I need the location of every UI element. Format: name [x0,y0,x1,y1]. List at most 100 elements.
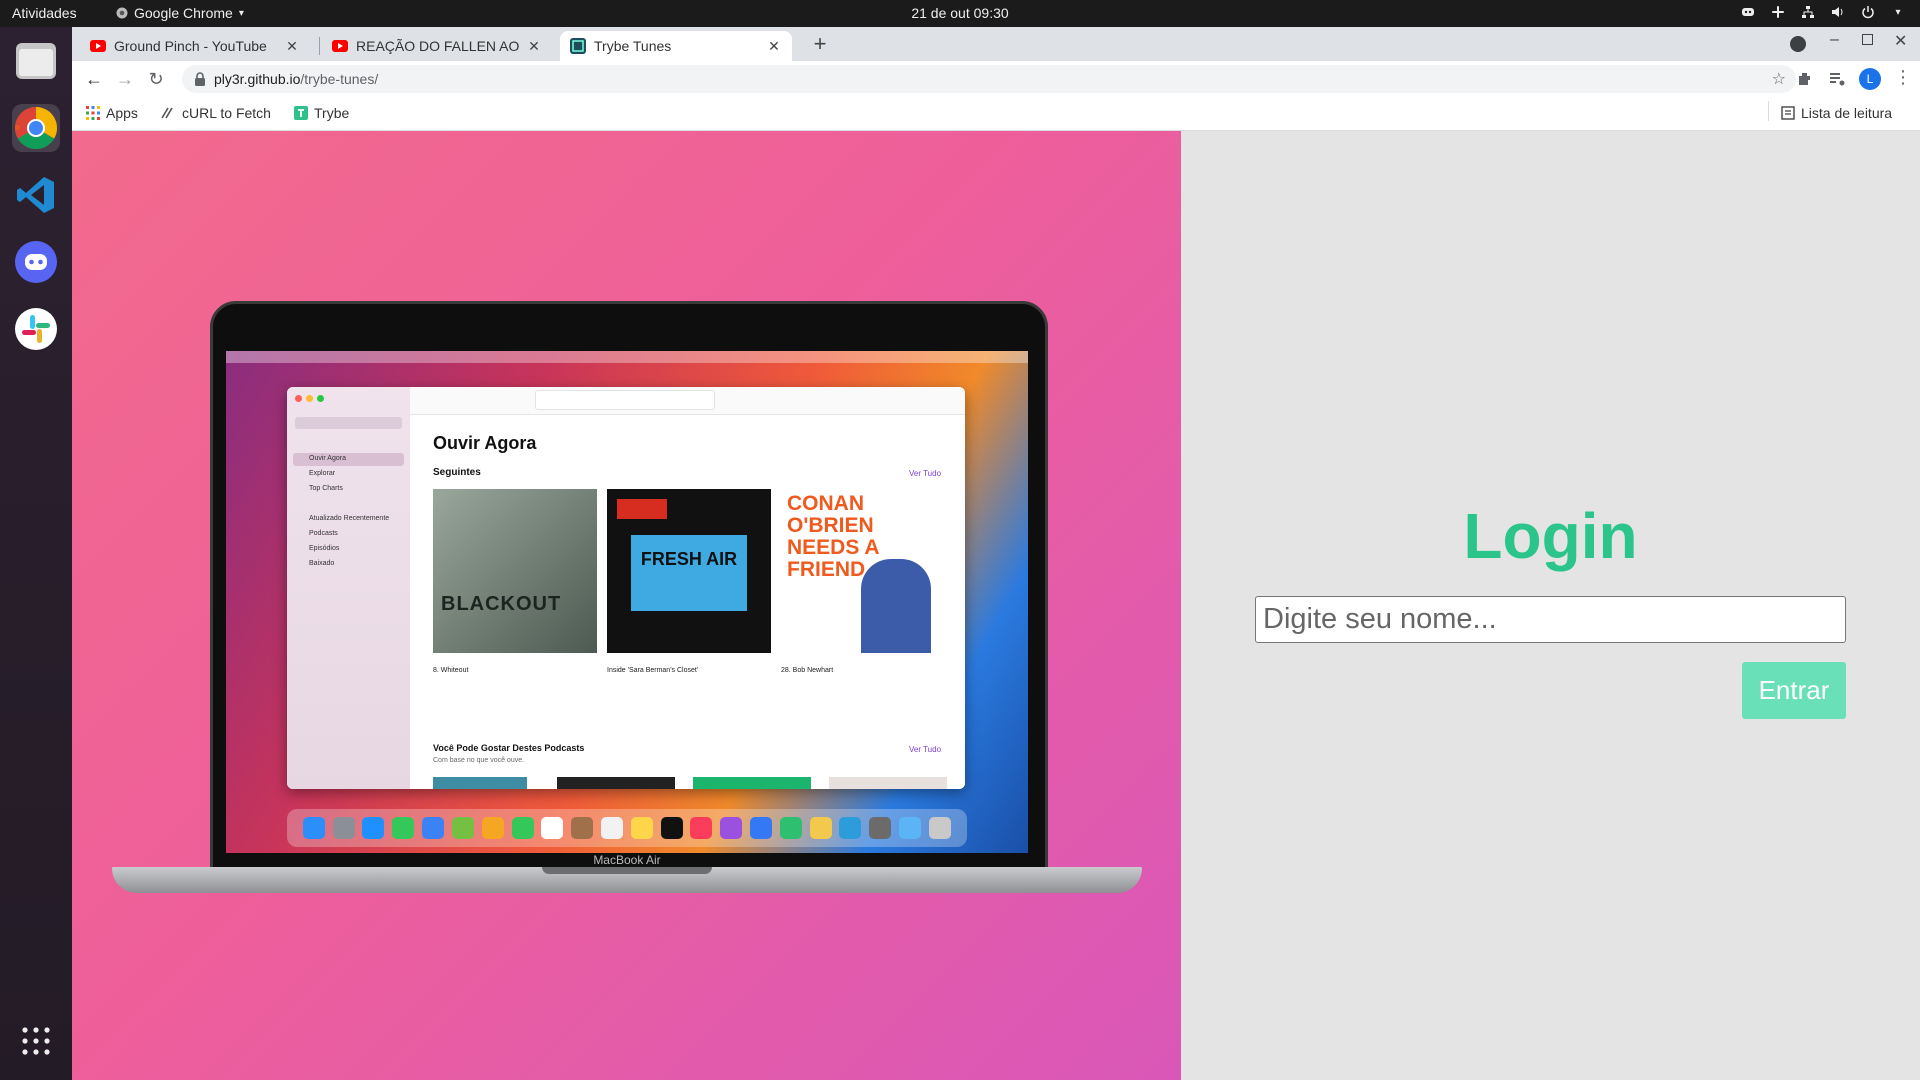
podcast-cover-blackout: BLACKOUT [433,489,597,653]
bookmark-curl[interactable]: cURL to Fetch [160,105,271,121]
tab-search-icon[interactable] [1790,36,1806,52]
tab-trybe-tunes[interactable]: Trybe Tunes ✕ [560,31,792,61]
media-control-icon[interactable] [1828,70,1846,88]
tab-title: Trybe Tunes [594,38,672,54]
mac-dock [287,809,967,847]
power-icon[interactable] [1860,4,1876,20]
laptop-brand: MacBook Air [593,853,661,867]
login-panel: Login Entrar [1181,131,1920,1080]
menu-kebab-icon[interactable]: ⋮ [1894,67,1912,88]
discord-tray-icon[interactable] [1740,4,1756,20]
section-title: Seguintes [433,467,481,478]
laptop-image: Ouvir Agora Explorar Top Charts Atualiza… [112,301,1142,901]
bookmark-label: Trybe [314,105,350,121]
sidebar-item: Baixado [309,560,335,567]
login-title: Login [1463,500,1638,572]
back-icon[interactable]: ← [84,69,104,89]
reload-icon[interactable]: ↻ [146,69,166,89]
slack-icon [15,308,57,350]
reading-list-button[interactable]: Lista de leitura [1781,105,1892,121]
discord-dock-item[interactable] [12,238,60,286]
bookmark-star-icon[interactable]: ☆ [1772,69,1786,89]
address-bar[interactable]: ply3r.github.io/trybe-tunes/ ☆ [182,65,1796,93]
dock [0,27,72,1080]
youtube-icon [332,40,348,52]
files-dock-item[interactable] [12,37,60,85]
podcast-cover-fresh-air: FRESH AIR [607,489,771,653]
podcasts-heading: Ouvir Agora [433,433,537,453]
tab-separator [319,37,320,55]
sidebar-item: Ouvir Agora [309,455,346,462]
maximize-icon[interactable] [1862,34,1873,45]
see-all-link: Ver Tudo [909,745,942,754]
laptop-notch [542,867,712,874]
sidebar-item: Explorar [309,470,336,477]
chrome-small-icon [116,7,128,19]
episode-title: Inside 'Sara Berman's Closet' [607,667,699,674]
running-indicator [15,125,20,130]
forward-icon[interactable]: → [115,69,135,89]
system-top-bar: Atividades Google Chrome ▾ 21 de out 09:… [0,0,1920,27]
sidebar-item: Podcasts [309,530,338,537]
trybe-icon [294,106,308,120]
url-domain: ply3r.github.io [214,71,301,87]
mac-menubar [226,351,1028,363]
chevron-down-icon[interactable]: ▾ [1890,4,1906,20]
sidebar-item: Top Charts [309,485,343,492]
youtube-icon [90,40,106,52]
bookmark-label: Lista de leitura [1801,105,1893,121]
app-menu[interactable]: Google Chrome ▾ [116,5,244,21]
podcast-cover-conan: CONAN O'BRIEN NEEDS A FRIEND [781,489,945,653]
cover-text: BLACKOUT [441,593,562,615]
activities-button[interactable]: Atividades [12,5,77,21]
chrome-dock-item[interactable] [12,104,60,152]
minimize-icon[interactable]: – [1830,31,1839,49]
chrome-icon [14,106,58,150]
traffic-lights [295,395,324,402]
tab-title: REAÇÃO DO FALLEN AO [356,38,520,54]
tab-strip: Ground Pinch - YouTube ✕ REAÇÃO DO FALLE… [72,27,1920,61]
sidebar-item: Episódios [309,545,340,552]
close-tab-icon[interactable]: ✕ [766,38,782,55]
episode-title: 8. Whiteout [433,667,469,674]
slack-tray-icon[interactable] [1770,4,1786,20]
new-tab-button[interactable]: + [807,31,833,57]
close-tab-icon[interactable]: ✕ [284,38,300,55]
extensions-icon[interactable] [1796,70,1814,88]
app-name: Google Chrome [134,5,233,21]
bookmark-divider [1768,101,1769,121]
slack-dock-item[interactable] [12,305,60,353]
reading-list-icon [1781,106,1795,120]
discord-icon [15,241,57,283]
bookmarks-bar: Apps cURL to Fetch Trybe Lista de leitur… [72,97,1920,131]
url-path: /trybe-tunes/ [300,71,379,87]
episode-title: 28. Bob Newhart [781,667,834,674]
podcasts-window: Ouvir Agora Explorar Top Charts Atualiza… [287,387,965,789]
hero-panel: Ouvir Agora Explorar Top Charts Atualiza… [72,131,1181,1080]
volume-icon[interactable] [1830,4,1846,20]
bookmark-apps[interactable]: Apps [86,105,138,121]
tab-youtube-ground-pinch[interactable]: Ground Pinch - YouTube ✕ [80,31,310,61]
page-content: Ouvir Agora Explorar Top Charts Atualiza… [72,131,1920,1080]
files-icon [16,43,56,79]
profile-avatar[interactable]: L [1859,68,1881,90]
trybe-icon [570,38,586,54]
network-icon[interactable] [1800,4,1816,20]
name-input[interactable] [1255,596,1846,643]
podcasts-sidebar: Ouvir Agora Explorar Top Charts Atualiza… [287,387,410,789]
laptop-screen: Ouvir Agora Explorar Top Charts Atualiza… [226,351,1028,853]
tab-youtube-reacao[interactable]: REAÇÃO DO FALLEN AO ✕ [322,31,552,61]
apps-grid-icon [22,1027,50,1055]
close-window-icon[interactable]: ✕ [1894,31,1907,51]
section-subtitle: Com base no que você ouve. [433,757,525,764]
curl-icon [161,107,173,119]
close-tab-icon[interactable]: ✕ [526,38,542,55]
toolbar: ← → ↻ ply3r.github.io/trybe-tunes/ ☆ L ⋮ [72,61,1920,97]
clock[interactable]: 21 de out 09:30 [911,5,1008,21]
bookmark-label: Apps [106,105,138,121]
show-apps-button[interactable] [12,1017,60,1065]
bookmark-trybe[interactable]: Trybe [294,105,349,121]
sidebar-search [295,417,402,429]
enter-button[interactable]: Entrar [1742,662,1846,719]
vscode-dock-item[interactable] [12,171,60,219]
